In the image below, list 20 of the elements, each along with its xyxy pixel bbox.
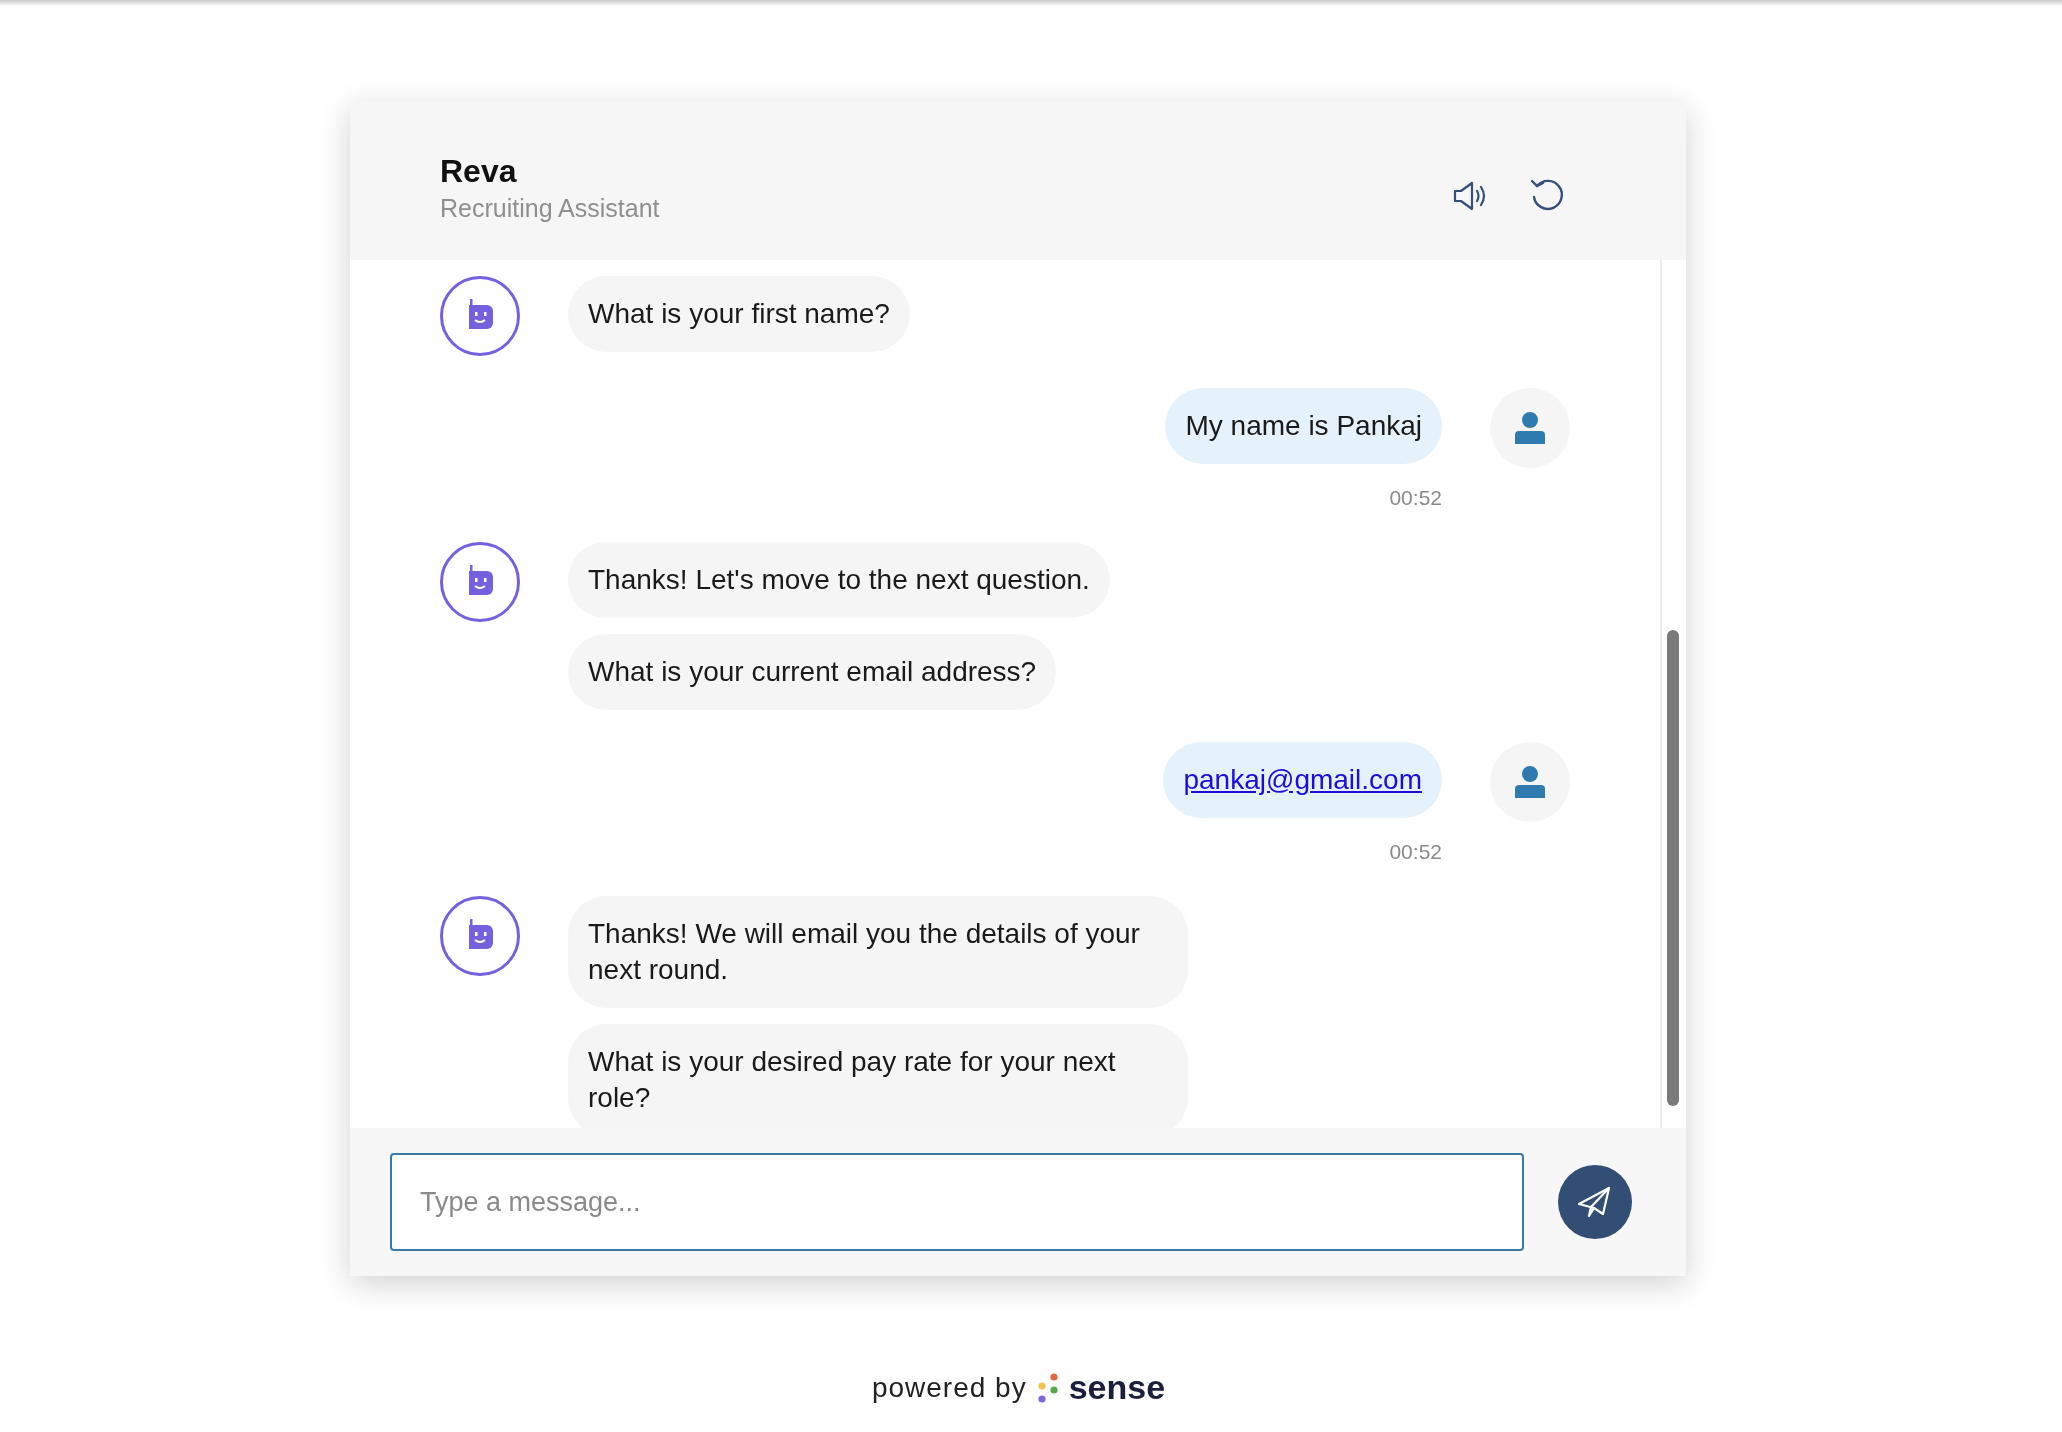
assistant-name: Reva (440, 152, 518, 190)
message-time: 00:52 (1389, 486, 1442, 510)
message-bubble: Thanks! We will email you the details of your next round. (568, 896, 1188, 1008)
powered-by-text: powered by (871, 1371, 1027, 1404)
message-bubble: What is your first name? (568, 276, 910, 352)
user-icon (1515, 766, 1545, 798)
logo-icon (1036, 1372, 1059, 1403)
message-bubble: What is your current email address? (568, 634, 1057, 710)
speaker-icon (1452, 179, 1488, 212)
send-icon (1577, 1186, 1613, 1218)
brand-name: sense (1068, 1368, 1166, 1407)
message-bubble: What is your desired pay rate for your next role? (568, 1024, 1188, 1128)
user-icon (1515, 412, 1545, 444)
assistant-role: Recruiting Assistant (440, 193, 661, 223)
email-link[interactable]: pankaj@gmail.com (1183, 764, 1422, 795)
message-bubble: My name is Pankaj (1165, 388, 1442, 464)
message-bubble: Thanks! Let's move to the next question. (568, 542, 1110, 618)
scrollbar-thumb[interactable] (1667, 630, 1679, 1106)
message-time: 00:52 (1389, 840, 1442, 864)
message-input[interactable]: Type a message... (390, 1153, 1524, 1251)
